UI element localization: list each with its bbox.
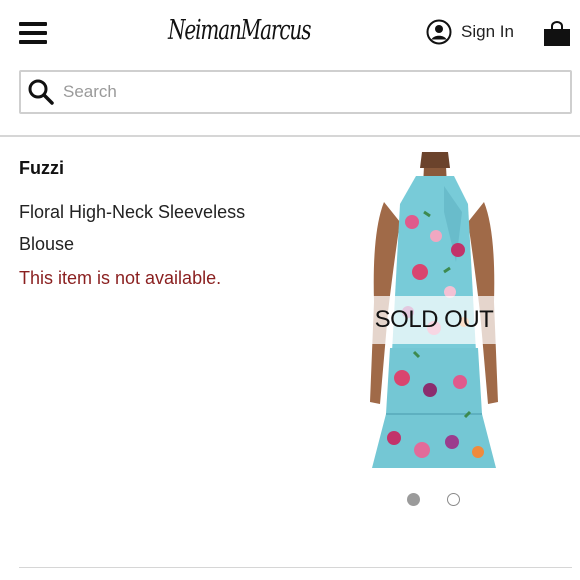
product-name: Floral High-Neck Sleeveless Blouse	[19, 202, 246, 254]
sign-in-label: Sign In	[461, 22, 514, 41]
sign-in-link[interactable]: Sign In	[426, 18, 514, 46]
search-input[interactable]	[63, 77, 543, 107]
menu-icon[interactable]	[19, 22, 47, 44]
sold-out-overlay: SOLD OUT	[364, 296, 504, 344]
shopping-bag-icon[interactable]	[542, 19, 572, 49]
header-divider	[0, 135, 580, 137]
search-bar[interactable]	[19, 70, 572, 114]
section-divider	[19, 567, 572, 568]
carousel-dot[interactable]	[447, 493, 460, 506]
brand-logo[interactable]: NeimanMarcus	[168, 14, 311, 58]
site-header: NeimanMarcus Sign In	[0, 0, 580, 62]
product-brand[interactable]: Fuzzi	[19, 158, 64, 179]
carousel-dot-active[interactable]	[407, 493, 420, 506]
search-icon[interactable]	[27, 78, 55, 106]
user-icon	[426, 19, 452, 45]
availability-message: This item is not available.	[19, 268, 222, 288]
